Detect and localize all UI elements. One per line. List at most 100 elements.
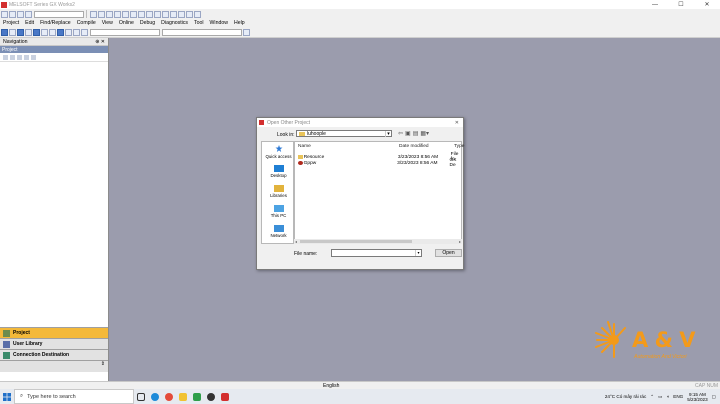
start-button[interactable]	[0, 389, 14, 404]
menu-view[interactable]: View	[99, 20, 116, 26]
write-plc-icon[interactable]	[25, 28, 32, 36]
column-date[interactable]: Date modified	[399, 144, 429, 149]
debug-icon[interactable]	[170, 10, 177, 18]
save-project-icon[interactable]	[17, 28, 24, 36]
undo-icon[interactable]	[114, 10, 121, 18]
taskbar-explorer[interactable]	[176, 389, 190, 404]
copy-icon[interactable]	[98, 10, 105, 18]
taskbar-search[interactable]: ⌕ Type here to search	[14, 389, 134, 404]
simulation-icon[interactable]	[65, 28, 72, 36]
sort-icon[interactable]	[24, 54, 29, 60]
diagnostics-icon[interactable]	[178, 10, 185, 18]
up-folder-icon[interactable]: ▣	[405, 130, 411, 137]
open-button[interactable]: Open	[435, 249, 462, 257]
notifications-icon[interactable]: ▢	[712, 394, 716, 400]
monitor-icon[interactable]	[162, 10, 169, 18]
taskbar-edge[interactable]	[148, 389, 162, 404]
menu-diagnostics[interactable]: Diagnostics	[158, 20, 191, 26]
chevron-down-icon: ▾	[385, 130, 391, 137]
file-name-input[interactable]: ▾	[331, 249, 422, 257]
open-project-icon[interactable]	[9, 28, 16, 36]
help-icon[interactable]	[194, 10, 201, 18]
menu-tool[interactable]: Tool	[191, 20, 207, 26]
monitor-start-icon[interactable]	[49, 28, 56, 36]
place-desktop[interactable]: Desktop	[262, 165, 295, 178]
place-network[interactable]: Network	[262, 225, 295, 238]
nav-tab-connection[interactable]: Connection Destination	[0, 349, 108, 360]
scroll-right-icon[interactable]: ▸	[459, 239, 461, 244]
libraries-icon	[273, 185, 284, 192]
collapse-icon[interactable]	[10, 54, 15, 60]
column-name[interactable]: Name	[298, 144, 311, 149]
scroll-thumb[interactable]	[300, 240, 412, 243]
toolbar-combo-right[interactable]	[162, 28, 242, 36]
search-icon: ⌕	[20, 393, 24, 399]
project-tree[interactable]	[0, 62, 108, 327]
nav-tab-project[interactable]: Project	[0, 327, 108, 338]
minimize-button[interactable]: —	[642, 0, 668, 9]
list-item[interactable]: Gppw 3/23/2023 8:56 AM GX De	[298, 158, 463, 168]
menu-online[interactable]: Online	[116, 20, 137, 26]
expand-icon[interactable]	[3, 54, 8, 60]
menu-project[interactable]: Project	[0, 20, 22, 26]
network-tray-icon[interactable]: ▭	[658, 394, 662, 400]
redo-icon[interactable]	[122, 10, 129, 18]
tray-chevron-icon[interactable]: ⌃	[650, 394, 654, 400]
volume-icon[interactable]: ◖	[666, 394, 669, 399]
toolbar-combo-middle[interactable]	[90, 28, 160, 36]
menu-help[interactable]: Help	[231, 20, 248, 26]
task-view-button[interactable]	[134, 389, 148, 404]
taskbar-gxworks[interactable]	[218, 389, 232, 404]
print-icon[interactable]	[25, 10, 32, 18]
device-memory-icon[interactable]	[81, 28, 88, 36]
verify-icon[interactable]	[41, 28, 48, 36]
nav-footer-arrows[interactable]: ⇕	[0, 360, 108, 372]
replace-icon[interactable]	[138, 10, 145, 18]
read-plc-icon[interactable]	[33, 28, 40, 36]
menu-edit[interactable]: Edit	[22, 20, 37, 26]
look-in-dropdown[interactable]: luhoople ▾	[296, 130, 392, 137]
taskbar-app-green[interactable]	[190, 389, 204, 404]
paste-icon[interactable]	[106, 10, 113, 18]
pin-close-icon[interactable]: ⊕ ✕	[95, 39, 105, 45]
filter-icon[interactable]	[17, 54, 22, 60]
new-project-icon[interactable]	[1, 28, 8, 36]
save-icon[interactable]	[17, 10, 24, 18]
toolbar-combo-left[interactable]	[34, 10, 84, 18]
view-menu-icon[interactable]: ▦▾	[420, 130, 429, 137]
place-libraries[interactable]: Libraries	[262, 185, 295, 198]
input-language[interactable]: ENG	[673, 394, 683, 399]
place-quick-access[interactable]: Quick access	[262, 145, 295, 159]
monitor-stop-icon[interactable]	[57, 28, 64, 36]
search-icon[interactable]	[243, 28, 250, 36]
taskbar-chrome[interactable]	[162, 389, 176, 404]
find-icon[interactable]	[130, 10, 137, 18]
clock[interactable]: 9:15 AM 5/23/2023	[687, 392, 707, 402]
dialog-close-button[interactable]: ✕	[455, 120, 459, 126]
menu-window[interactable]: Window	[207, 20, 231, 26]
horizontal-scrollbar[interactable]: ◂ ▸	[294, 239, 462, 244]
menu-compile[interactable]: Compile	[74, 20, 99, 26]
column-type[interactable]: Type	[454, 144, 464, 149]
weather-widget[interactable]: 24°C Có mây rải rác	[605, 394, 646, 399]
back-icon[interactable]: ⇦	[398, 130, 403, 137]
new-folder-icon[interactable]: ▤	[413, 130, 419, 137]
compile-icon[interactable]	[146, 10, 153, 18]
chevron-down-icon[interactable]: ▾	[415, 250, 421, 256]
online-icon[interactable]	[154, 10, 161, 18]
scroll-left-icon[interactable]: ◂	[295, 239, 297, 244]
menu-find-replace[interactable]: Find/Replace	[37, 20, 74, 26]
connection-icon	[3, 351, 10, 359]
new-icon[interactable]	[1, 10, 8, 18]
cut-icon[interactable]	[90, 10, 97, 18]
place-this-pc[interactable]: This PC	[262, 205, 295, 218]
taskbar-app-media[interactable]	[204, 389, 218, 404]
nav-tab-user-library[interactable]: User Library	[0, 338, 108, 349]
settings-icon[interactable]	[73, 28, 80, 36]
maximize-button[interactable]: ☐	[668, 0, 694, 9]
device-icon[interactable]	[186, 10, 193, 18]
menu-debug[interactable]: Debug	[137, 20, 158, 26]
properties-icon[interactable]	[31, 54, 36, 60]
close-button[interactable]: ✕	[694, 0, 720, 9]
open-icon[interactable]	[9, 10, 16, 18]
